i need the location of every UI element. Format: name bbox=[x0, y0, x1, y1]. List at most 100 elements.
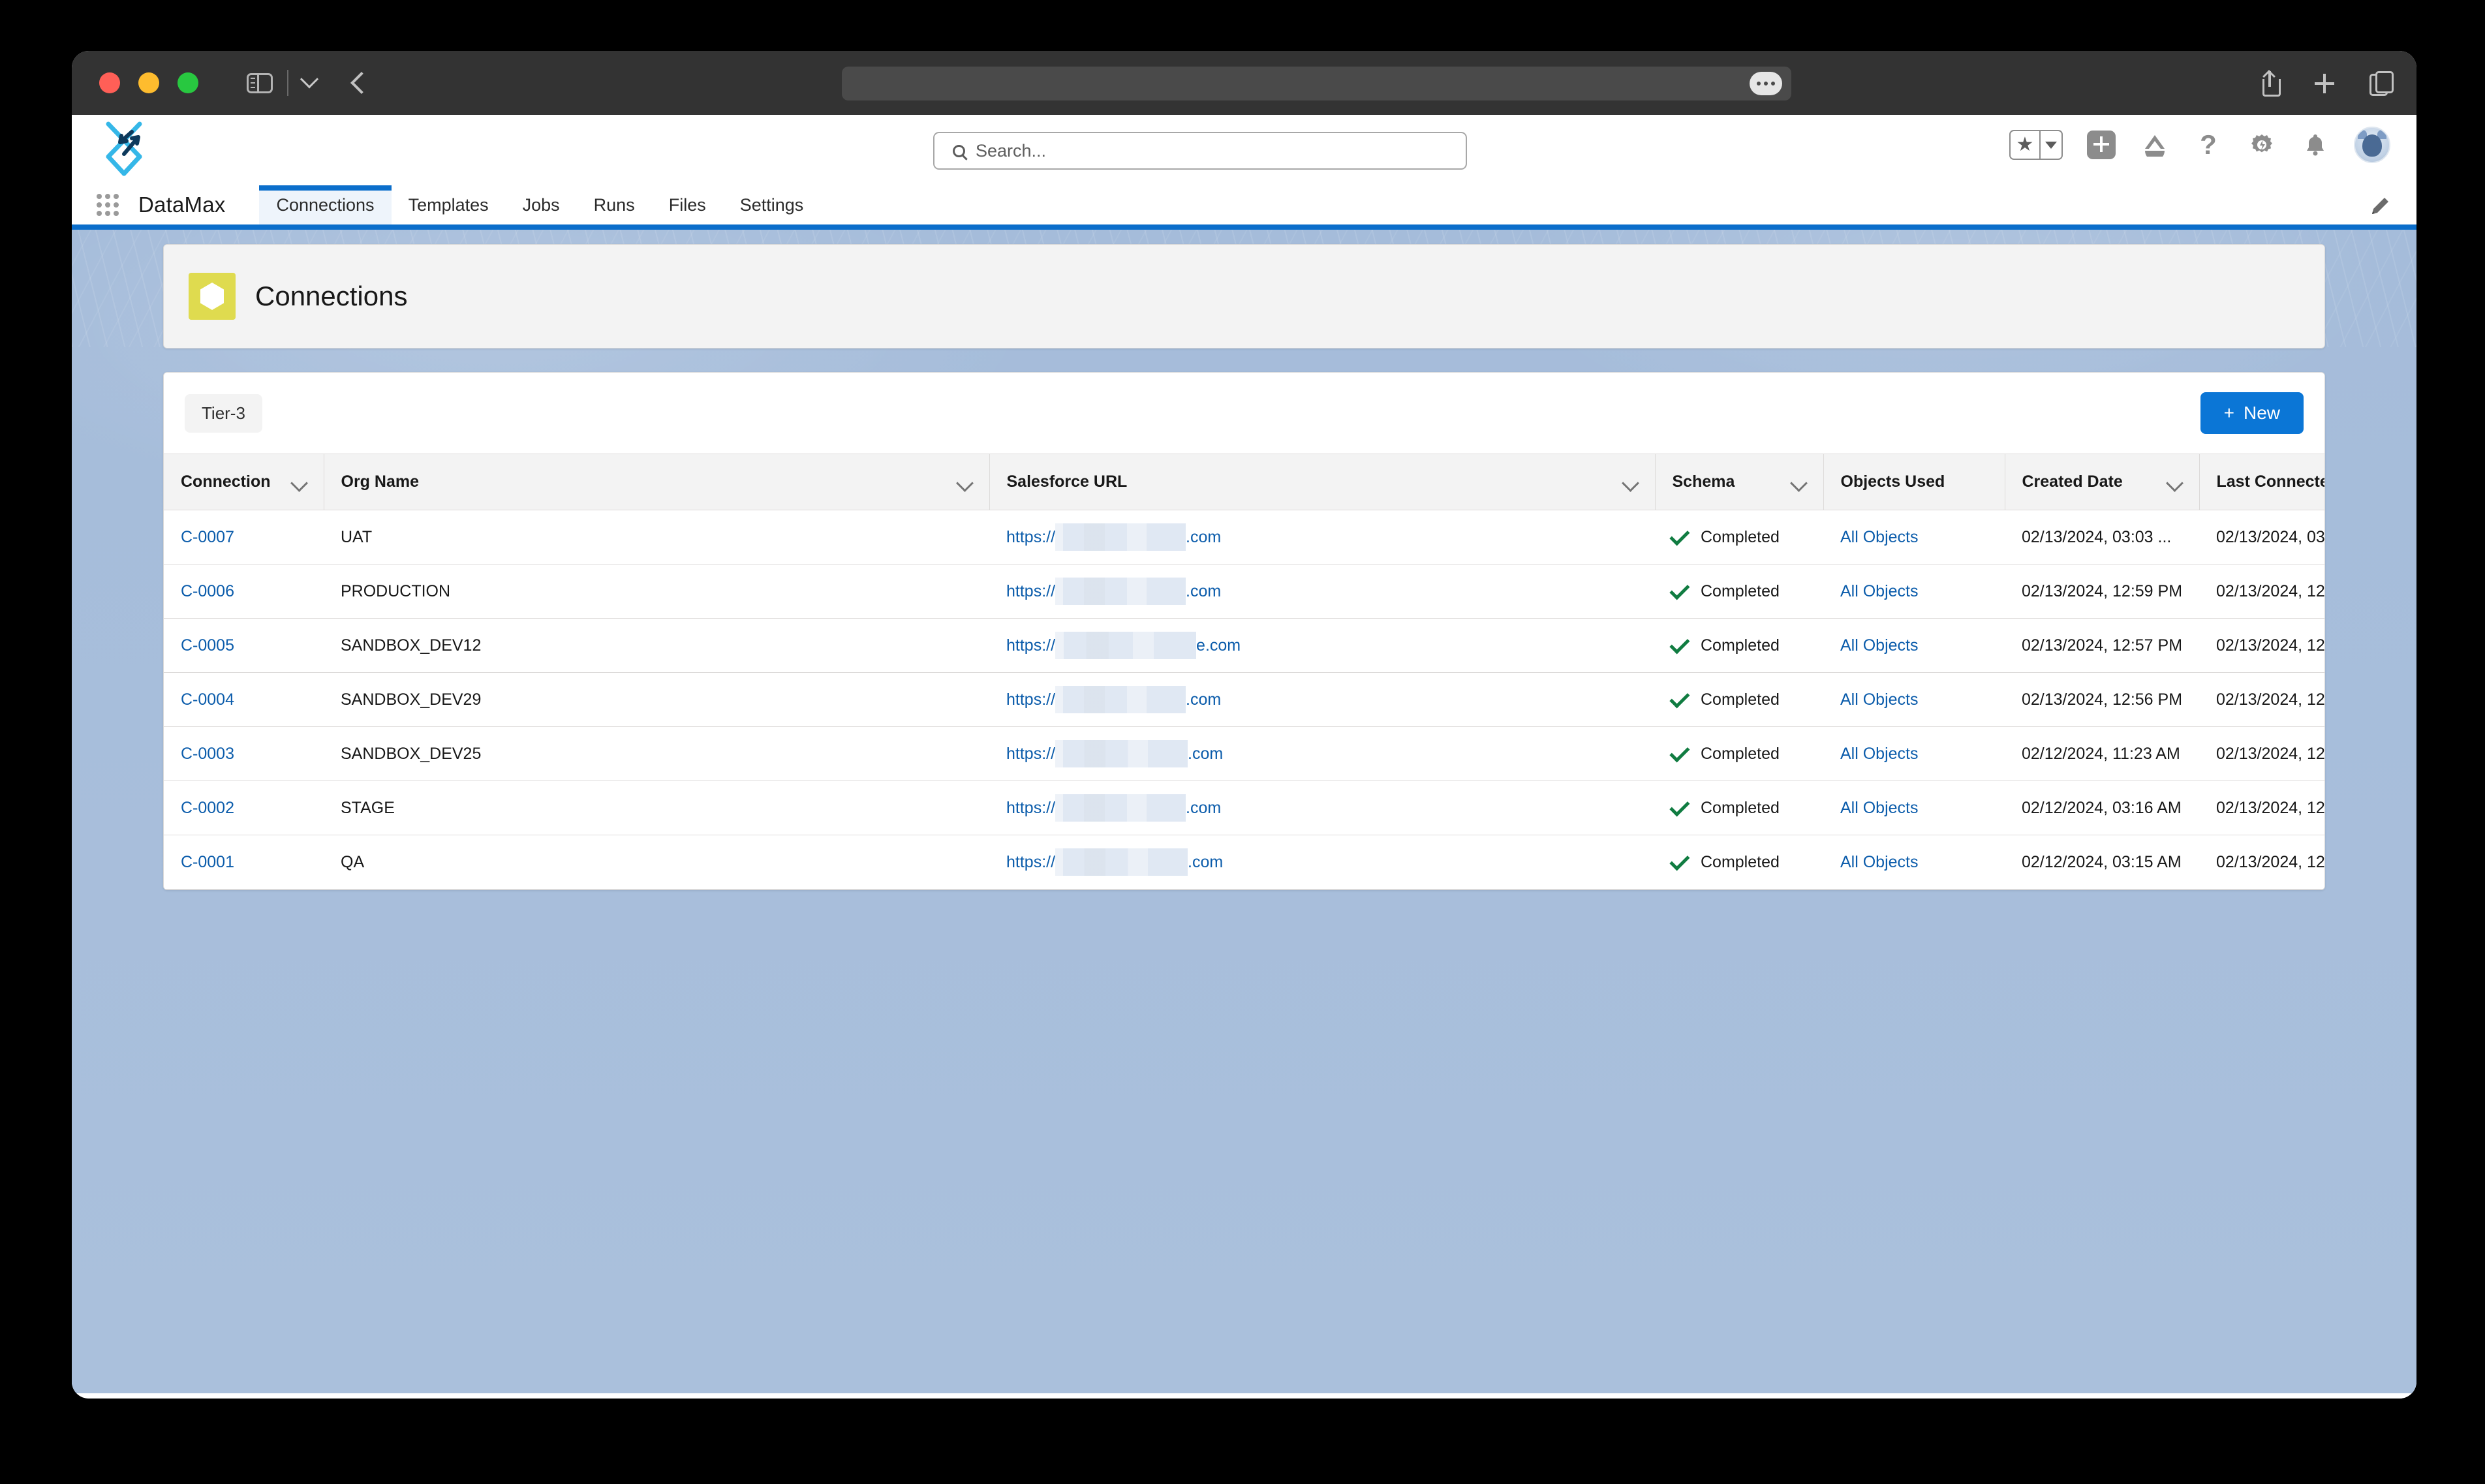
column-header-salesforce-url[interactable]: Salesforce URL bbox=[989, 454, 1655, 510]
chevron-down-icon[interactable] bbox=[958, 478, 972, 486]
table-row[interactable]: C-0007 UAT https:// .com Completed All Object… bbox=[164, 510, 2325, 564]
objects-used-link[interactable]: All Objects bbox=[1840, 690, 1918, 709]
column-label: Last Connected bbox=[2216, 472, 2325, 491]
status-badge: Completed bbox=[1701, 636, 1780, 655]
search-input[interactable]: Search... bbox=[933, 132, 1467, 170]
cell-connection: C-0004 bbox=[164, 672, 324, 727]
tab-jobs[interactable]: Jobs bbox=[506, 185, 577, 224]
url-scheme[interactable]: https:// bbox=[1006, 799, 1055, 818]
new-connection-button[interactable]: + New bbox=[2200, 392, 2304, 434]
setup-gear-icon[interactable] bbox=[2247, 130, 2277, 160]
url-tld[interactable]: .com bbox=[1188, 853, 1223, 872]
minimize-window-button[interactable] bbox=[138, 72, 159, 93]
filter-pill-tier[interactable]: Tier-3 bbox=[185, 394, 262, 433]
connection-link[interactable]: C-0001 bbox=[181, 853, 234, 871]
search-placeholder: Search... bbox=[976, 140, 1047, 161]
created-date-text: 02/13/2024, 12:56 PM bbox=[2022, 690, 2183, 709]
maximize-window-button[interactable] bbox=[178, 72, 198, 93]
help-icon[interactable]: ? bbox=[2193, 130, 2223, 160]
table-row[interactable]: C-0004 SANDBOX_DEV29 https:// .com Completed… bbox=[164, 672, 2324, 727]
url-scheme[interactable]: https:// bbox=[1006, 745, 1055, 764]
check-icon bbox=[1669, 580, 1690, 600]
cell-schema: Completed bbox=[1655, 726, 1823, 781]
column-header-created-date[interactable]: Created Date bbox=[2004, 454, 2199, 510]
table-row[interactable]: C-0006 PRODUCTION https:// .com Completed All… bbox=[164, 564, 2324, 619]
connection-link[interactable]: C-0003 bbox=[181, 745, 234, 763]
column-header-schema[interactable]: Schema bbox=[1654, 454, 1823, 510]
url-tld[interactable]: e.com bbox=[1196, 636, 1241, 655]
connection-link[interactable]: C-0005 bbox=[181, 636, 234, 655]
cell-created-date: 02/13/2024, 12:59 PM bbox=[2005, 564, 2199, 619]
org-name-text: SANDBOX_DEV29 bbox=[341, 690, 482, 709]
column-header-last-connected[interactable]: Last Connected bbox=[2199, 454, 2325, 510]
back-chevron-icon[interactable] bbox=[350, 72, 373, 94]
last-connected-text: 02/13/2024, 03:04 ... bbox=[2216, 527, 2325, 546]
check-icon bbox=[1669, 742, 1690, 763]
objects-used-link[interactable]: All Objects bbox=[1840, 582, 1918, 600]
tab-files[interactable]: Files bbox=[652, 185, 723, 224]
table-row[interactable]: C-0005 SANDBOX_DEV12 https:// e.com Complete… bbox=[164, 618, 2324, 673]
global-search[interactable]: Search... bbox=[933, 132, 1467, 170]
share-icon[interactable] bbox=[2259, 70, 2281, 97]
tab-runs[interactable]: Runs bbox=[577, 185, 652, 224]
app-launcher-waffle-icon[interactable] bbox=[97, 194, 119, 216]
objects-used-link[interactable]: All Objects bbox=[1840, 745, 1918, 763]
table-row[interactable]: C-0003 SANDBOX_DEV25 https:// .com Completed… bbox=[164, 726, 2324, 781]
connection-link[interactable]: C-0004 bbox=[181, 690, 234, 709]
chevron-down-icon[interactable] bbox=[1792, 478, 1806, 486]
tab-settings[interactable]: Settings bbox=[723, 185, 821, 224]
avatar[interactable] bbox=[2354, 127, 2390, 163]
objects-used-link[interactable]: All Objects bbox=[1840, 853, 1918, 871]
status-badge: Completed bbox=[1701, 690, 1780, 709]
notifications-bell-icon[interactable] bbox=[2300, 130, 2330, 160]
column-header-objects-used[interactable]: Objects Used bbox=[1823, 454, 2005, 510]
datamax-logo-icon[interactable] bbox=[98, 120, 163, 179]
cell-salesforce-url: https:// .com bbox=[989, 835, 1655, 889]
url-tld[interactable]: .com bbox=[1186, 528, 1221, 547]
objects-used-link[interactable]: All Objects bbox=[1840, 528, 1918, 546]
sidebar-toggle-button[interactable] bbox=[247, 72, 273, 93]
ellipsis-icon[interactable] bbox=[1750, 72, 1782, 95]
tab-templates[interactable]: Templates bbox=[392, 185, 506, 224]
chevron-down-icon[interactable] bbox=[300, 70, 319, 89]
url-tld[interactable]: .com bbox=[1188, 745, 1223, 764]
close-window-button[interactable] bbox=[99, 72, 120, 93]
add-icon[interactable] bbox=[2086, 130, 2116, 160]
trailhead-icon[interactable] bbox=[2140, 130, 2170, 160]
browser-window: Search... ★ ? DataMax Connections Templa… bbox=[72, 51, 2416, 1399]
cell-last-connected: 02/13/2024, 12:59 PM bbox=[2199, 564, 2324, 619]
url-tld[interactable]: .com bbox=[1186, 799, 1221, 818]
url-scheme[interactable]: https:// bbox=[1006, 690, 1055, 709]
column-header-connection[interactable]: Connection bbox=[164, 454, 324, 510]
url-scheme[interactable]: https:// bbox=[1006, 528, 1055, 547]
objects-used-link[interactable]: All Objects bbox=[1840, 799, 1918, 817]
connection-link[interactable]: C-0006 bbox=[181, 582, 234, 600]
global-header-icons: ★ ? bbox=[2009, 127, 2390, 163]
url-scheme[interactable]: https:// bbox=[1006, 636, 1055, 655]
connection-link[interactable]: C-0007 bbox=[181, 528, 234, 546]
chevron-down-icon[interactable] bbox=[292, 478, 307, 486]
chevron-down-icon[interactable] bbox=[1624, 478, 1638, 486]
address-bar[interactable] bbox=[842, 67, 1791, 100]
url-tld[interactable]: .com bbox=[1186, 690, 1221, 709]
favorites-star-icon[interactable]: ★ bbox=[2011, 131, 2039, 159]
pencil-edit-icon[interactable] bbox=[2368, 196, 2390, 223]
cell-created-date: 02/13/2024, 12:57 PM bbox=[2005, 618, 2199, 673]
table-row[interactable]: C-0002 STAGE https:// .com Completed All Obje… bbox=[164, 781, 2324, 835]
toolbar-divider bbox=[287, 70, 288, 96]
url-scheme[interactable]: https:// bbox=[1006, 582, 1055, 601]
chevron-down-icon[interactable] bbox=[2168, 478, 2182, 486]
cell-last-connected: 02/13/2024, 12:56 PM bbox=[2199, 726, 2324, 781]
cell-org-name: PRODUCTION bbox=[324, 564, 989, 619]
table-row[interactable]: C-0001 QA https:// .com Completed All Objects… bbox=[164, 835, 2324, 889]
new-tab-icon[interactable] bbox=[2313, 70, 2336, 96]
url-scheme[interactable]: https:// bbox=[1006, 853, 1055, 872]
column-header-org-name[interactable]: Org Name bbox=[323, 454, 989, 510]
tab-connections[interactable]: Connections bbox=[259, 185, 392, 224]
favorites-dropdown-icon[interactable] bbox=[2039, 131, 2061, 159]
tab-overview-icon[interactable] bbox=[2368, 70, 2394, 96]
connection-link[interactable]: C-0002 bbox=[181, 799, 234, 817]
url-tld[interactable]: .com bbox=[1186, 582, 1221, 601]
objects-used-link[interactable]: All Objects bbox=[1840, 636, 1918, 655]
favorites-control[interactable]: ★ bbox=[2009, 130, 2063, 160]
